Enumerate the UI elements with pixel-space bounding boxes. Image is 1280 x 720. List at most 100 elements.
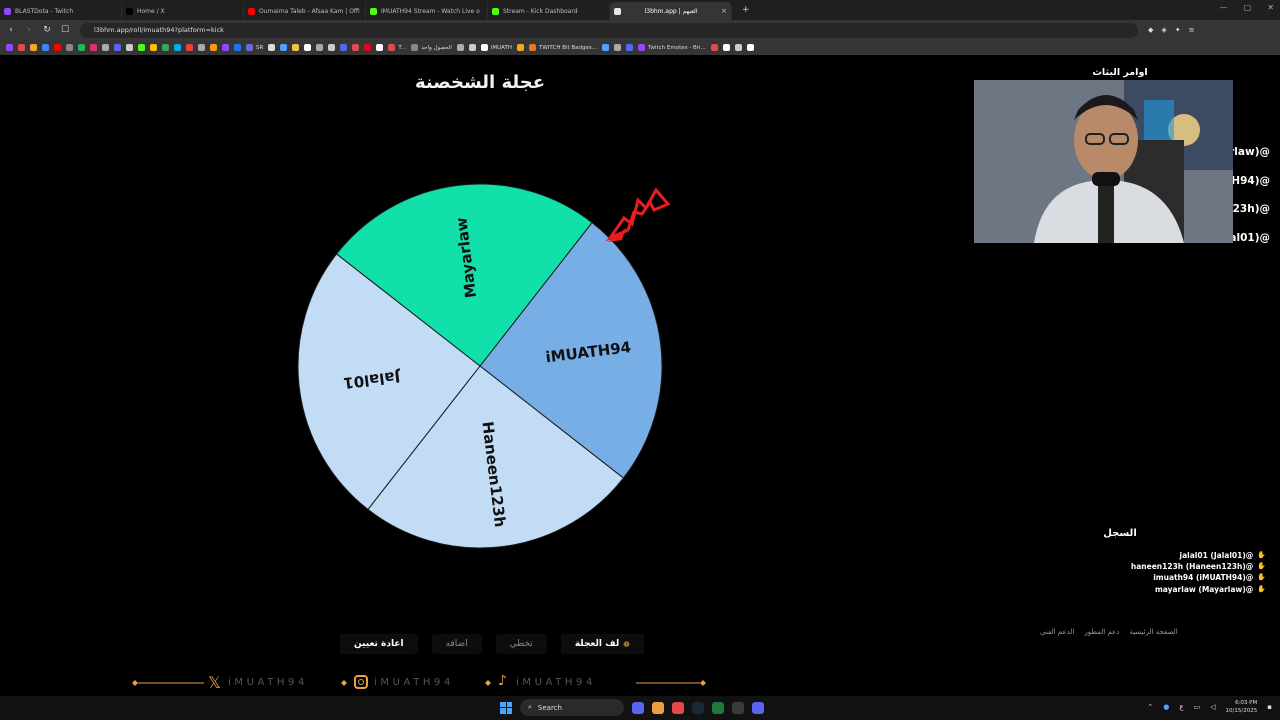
bookmark-item[interactable] <box>456 44 464 51</box>
x-icon[interactable]: 𝕏 <box>208 673 221 692</box>
bookmark-item[interactable] <box>352 44 360 51</box>
bookmark-item[interactable] <box>710 44 718 51</box>
bookmark-item[interactable] <box>292 44 300 51</box>
bookmark-icon[interactable]: ☐ <box>58 25 72 35</box>
bookmark-item[interactable] <box>734 44 742 51</box>
bookmark-item[interactable] <box>114 44 121 51</box>
browser-tab[interactable]: Oumaima Taleb - Afsaa Kam | Offi <box>244 2 366 20</box>
mic-icon[interactable]: ● <box>1163 703 1169 711</box>
extension-icon[interactable]: ◈ <box>1161 26 1166 34</box>
bookmark-item[interactable] <box>517 44 525 51</box>
url-input[interactable]: l3bhm.app/roll/imuath94?platform=kick <box>80 22 1138 38</box>
bookmark-item[interactable] <box>30 44 37 51</box>
bookmark-item[interactable]: T... <box>388 44 406 51</box>
bookmark-favicon-icon <box>6 44 13 51</box>
bookmark-item[interactable] <box>222 44 229 51</box>
taskbar-app-icon[interactable] <box>692 701 704 714</box>
instagram-icon[interactable] <box>354 675 368 689</box>
back-icon[interactable]: ‹ <box>4 25 18 35</box>
bookmark-item[interactable] <box>150 44 157 51</box>
taskbar-app-icon[interactable] <box>752 701 764 714</box>
bookmark-item[interactable] <box>304 44 312 51</box>
bookmark-item[interactable] <box>234 44 241 51</box>
bookmark-label: الحصول واحد <box>421 44 452 51</box>
browser-tab[interactable]: Home / X <box>122 2 244 20</box>
forward-icon[interactable]: › <box>22 25 36 35</box>
tiktok-icon[interactable]: ♪ <box>498 673 507 689</box>
bookmark-item[interactable] <box>138 44 145 51</box>
bookmark-item[interactable] <box>174 44 181 51</box>
close-icon[interactable]: ✕ <box>1267 3 1274 12</box>
bookmark-item[interactable] <box>340 44 348 51</box>
taskbar-app-icon[interactable] <box>632 701 644 714</box>
bookmark-item[interactable]: SR <box>246 44 263 51</box>
spin-button[interactable]: لف العجلة ❁ <box>560 634 644 654</box>
bookmark-item[interactable] <box>722 44 730 51</box>
bookmark-item[interactable]: Twitch Emotes - Bri... <box>638 44 706 51</box>
shield-icon[interactable]: ◆ <box>1148 26 1153 34</box>
bookmark-item[interactable] <box>602 44 610 51</box>
add-button[interactable]: اضافه <box>431 634 482 654</box>
bookmark-item[interactable] <box>626 44 634 51</box>
network-icon[interactable]: ▭ <box>1194 703 1201 711</box>
volume-icon[interactable]: ◁ <box>1210 703 1215 711</box>
tab-close-icon[interactable]: × <box>721 7 727 15</box>
chevron-up-icon[interactable]: ⌃ <box>1147 703 1153 711</box>
bookmark-item[interactable] <box>376 44 384 51</box>
bookmark-item[interactable] <box>90 44 97 51</box>
taskbar-app-icon[interactable] <box>672 701 684 714</box>
bookmark-item[interactable] <box>268 44 276 51</box>
maximize-icon[interactable]: ▢ <box>1244 3 1252 12</box>
bookmark-item[interactable] <box>746 44 754 51</box>
bookmark-item[interactable] <box>102 44 109 51</box>
bookmark-item[interactable] <box>54 44 61 51</box>
minimize-icon[interactable]: — <box>1220 3 1228 12</box>
browser-tab-bar: BLASTDota - Twitch Home / X Oumaima Taleb … <box>0 0 1280 20</box>
notifications-icon[interactable]: ▪ <box>1267 703 1272 711</box>
bookmark-item[interactable] <box>468 44 476 51</box>
footer-links: الدعم الفني دعم المطور الصفحة الرئيسية <box>1040 628 1178 636</box>
clock[interactable]: 6:03 PM 10/15/2025 <box>1226 699 1258 715</box>
taskbar-app-icon[interactable] <box>652 701 664 714</box>
footer-link-support[interactable]: الدعم الفني <box>1040 628 1074 636</box>
bookmark-item[interactable] <box>186 44 193 51</box>
windows-start-icon[interactable] <box>500 701 512 714</box>
bookmark-item[interactable] <box>316 44 324 51</box>
bookmark-item[interactable]: iMUATH <box>480 44 512 51</box>
bookmark-item[interactable] <box>6 44 13 51</box>
bookmark-item[interactable] <box>18 44 25 51</box>
bookmark-item[interactable]: الحصول واحد <box>411 44 452 51</box>
bookmark-item[interactable] <box>66 44 73 51</box>
puzzle-icon[interactable]: ✦ <box>1175 26 1181 34</box>
new-tab-button[interactable]: + <box>742 5 750 15</box>
instagram-handle: iMUATH94 <box>374 677 454 688</box>
bookmark-item[interactable] <box>210 44 217 51</box>
taskbar-search[interactable]: ⌕ Search <box>520 699 624 716</box>
bookmark-item[interactable] <box>614 44 622 51</box>
taskbar-app-icon[interactable] <box>712 701 724 714</box>
browser-tab[interactable]: l3bhm.app | العبهم × <box>610 2 732 20</box>
footer-link-home[interactable]: الصفحة الرئيسية <box>1129 628 1177 636</box>
bookmark-item[interactable] <box>42 44 49 51</box>
browser-tab[interactable]: IMUATH94 Stream - Watch Live o <box>366 2 488 20</box>
keyboard-language[interactable]: ع <box>1179 703 1183 711</box>
bookmark-item[interactable] <box>328 44 336 51</box>
skip-button[interactable]: تخطي <box>495 634 547 654</box>
bookmark-favicon-icon <box>316 44 324 51</box>
log-entry: mayarlaw (Mayarlaw)@ ✋ <box>1131 584 1266 595</box>
bookmark-item[interactable] <box>162 44 169 51</box>
bookmark-item[interactable] <box>364 44 372 51</box>
bookmark-item[interactable]: TWITCH Bit Badges... <box>529 44 597 51</box>
reload-icon[interactable]: ↻ <box>40 25 54 35</box>
spin-icon: ❁ <box>623 639 630 649</box>
reset-button[interactable]: اعادة تعيين <box>340 634 418 654</box>
taskbar-app-icon[interactable] <box>732 701 744 714</box>
menu-icon[interactable]: ≡ <box>1189 26 1195 34</box>
bookmark-item[interactable] <box>78 44 85 51</box>
footer-link-donate[interactable]: دعم المطور <box>1084 628 1119 636</box>
bookmark-item[interactable] <box>280 44 288 51</box>
bookmark-item[interactable] <box>126 44 133 51</box>
browser-tab[interactable]: Stream - Kick Dashboard <box>488 2 610 20</box>
bookmark-item[interactable] <box>198 44 205 51</box>
browser-tab[interactable]: BLASTDota - Twitch <box>0 2 122 20</box>
